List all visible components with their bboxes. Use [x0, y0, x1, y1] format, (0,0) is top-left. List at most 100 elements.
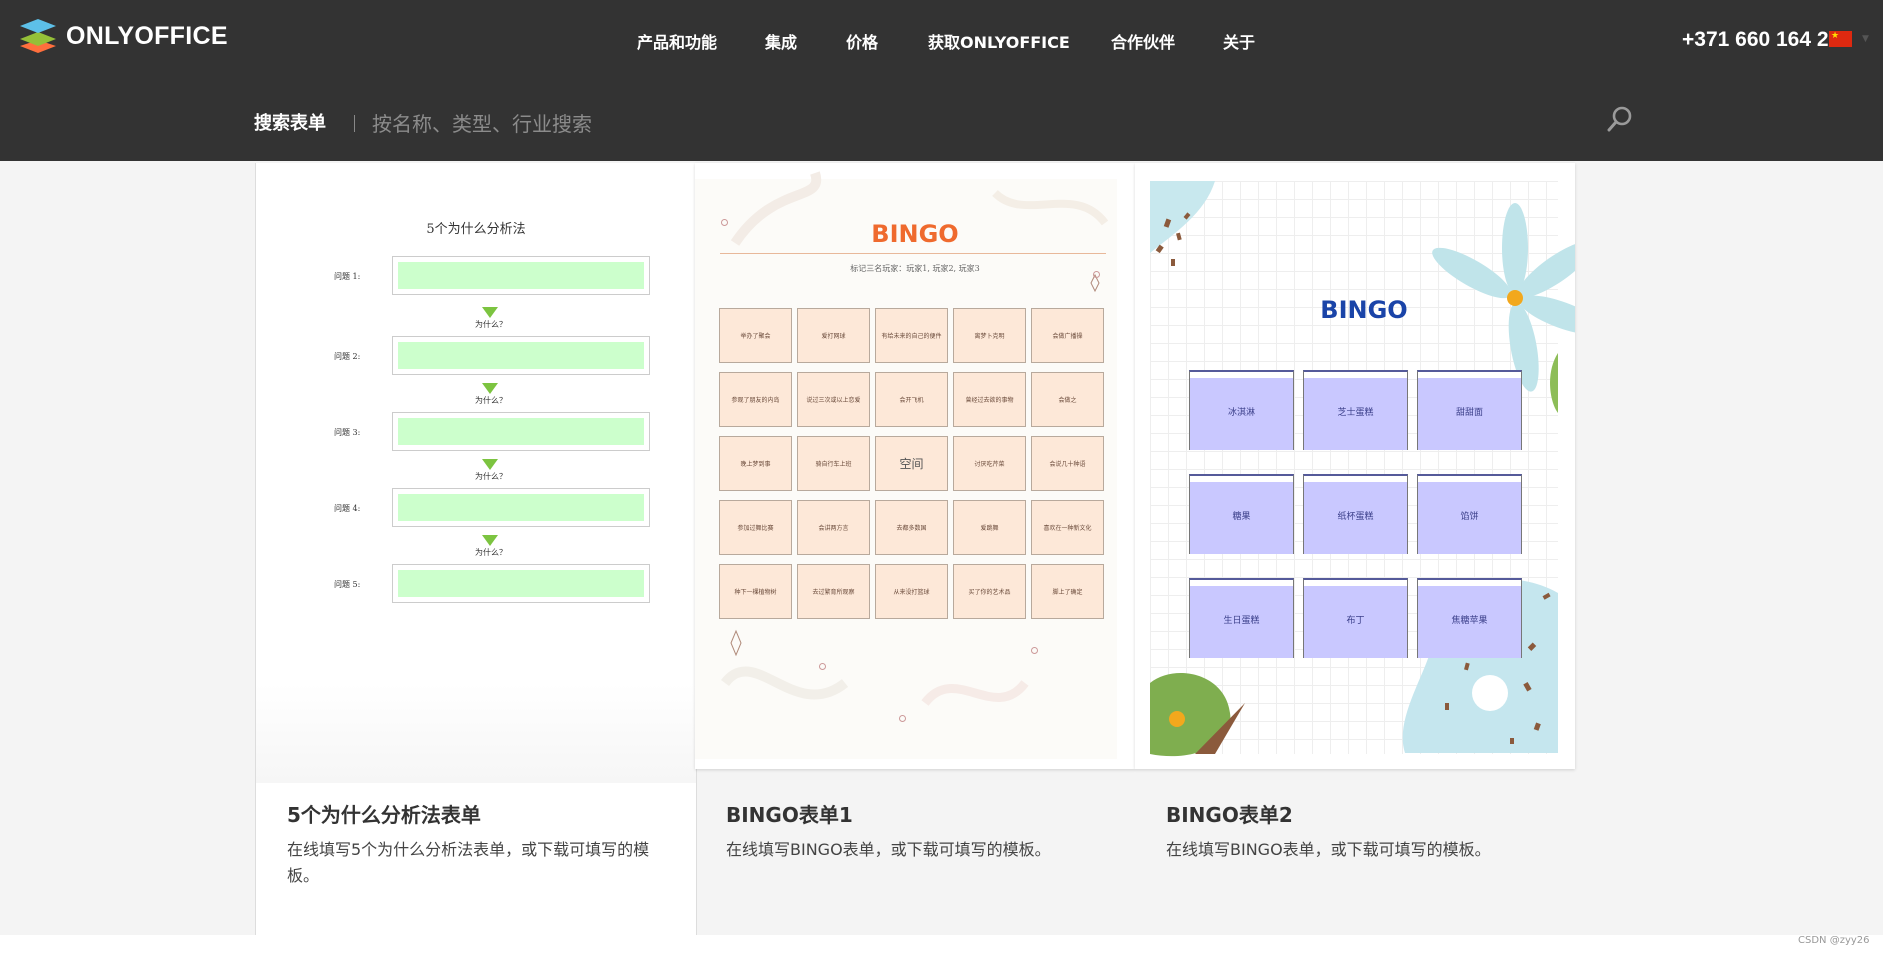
bingo-cell: 说过三次或以上恋爱 [797, 372, 870, 427]
answer-field [392, 412, 650, 451]
decoration-dot [1031, 647, 1038, 654]
card-description: 在线填写BINGO表单，或下载可填写的模板。 [1166, 840, 1491, 859]
bingo-cell-label: 馅饼 [1460, 511, 1479, 522]
question-label: 问题 1: [334, 272, 361, 281]
bingo-cell: 爱打网球 [797, 308, 870, 363]
why-label: 为什么？ [475, 472, 507, 481]
bingo-cell: 参观了朋友的内岛 [719, 372, 792, 427]
bingo-cell-label: 焦糖苹果 [1451, 615, 1488, 626]
bingo-cell: 会开飞机 [875, 372, 948, 427]
card-description: 在线填写BINGO表单，或下载可填写的模板。 [726, 840, 1051, 859]
page-bottom [0, 935, 1883, 955]
question-label: 问题 4: [334, 504, 361, 513]
bingo-cell: 会讲两方言 [797, 500, 870, 555]
card-description: 在线填写5个为什么分析法表单，或下载可填写的模板。 [287, 840, 650, 885]
search-icon[interactable] [1606, 105, 1634, 133]
nav-item-partners[interactable]: 合作伙伴 [1111, 30, 1175, 56]
preview-fade [256, 683, 696, 783]
site-header: ONLYOFFICE 产品和功能 集成 价格 获取ONLYOFFICE 合作伙伴… [0, 0, 1883, 161]
bingo-cell-label: 糖果 [1232, 511, 1251, 522]
flower-decoration [1150, 181, 1575, 757]
bingo-cell-label: 甜甜面 [1455, 407, 1483, 418]
bingo-cell: 晚上梦到事 [719, 436, 792, 491]
bingo-cell: 芝士蛋糕 [1303, 370, 1408, 450]
decoration-dot [899, 715, 906, 722]
bingo-cell: 冰淇淋 [1189, 370, 1294, 450]
bingo-cell: 生日蛋糕 [1189, 578, 1294, 658]
nav-item-integration[interactable]: 集成 [765, 30, 797, 56]
bingo-cell: 布丁 [1303, 578, 1408, 658]
bingo-cell-label: 冰淇淋 [1227, 407, 1255, 418]
form-preview[interactable]: BINGO 冰淇淋 芝士蛋糕 甜甜面糖果 纸杯蛋糕 馅饼生日蛋糕 布丁 焦糖苹果 [1135, 163, 1575, 769]
arrow-down-icon [482, 383, 498, 394]
bingo-cell-label: 生日蛋糕 [1223, 615, 1260, 626]
chevron-down-icon[interactable]: ▼ [1862, 34, 1869, 44]
bingo-cell: 会说几十种语 [1031, 436, 1104, 491]
bingo-cell: 从来没打篮球 [875, 564, 948, 619]
search-divider [354, 115, 355, 132]
bingo-cell: 纸杯蛋糕 [1303, 474, 1408, 554]
why-label: 为什么？ [475, 396, 507, 405]
bingo-cell: 焦糖苹果 [1417, 578, 1522, 658]
card-title[interactable]: 5个为什么分析法表单 [287, 799, 481, 828]
preview-heading: 5个为什么分析法 [426, 222, 526, 237]
bingo-cell: 去都多数国 [875, 500, 948, 555]
nav-item-products[interactable]: 产品和功能 [637, 30, 717, 56]
bingo-cell: 骑自行车上班 [797, 436, 870, 491]
arrow-down-icon [482, 535, 498, 546]
bingo-cell: 会做之 [1031, 372, 1104, 427]
bingo-cell: 馅饼 [1417, 474, 1522, 554]
preview-heading: BINGO [871, 220, 959, 248]
bingo-cell: 曾经过去欲的事物 [953, 372, 1026, 427]
question-label: 问题 2: [334, 352, 361, 361]
flag-star-icon: ★ [1831, 31, 1840, 41]
bingo-cell: 空间 [875, 436, 948, 491]
nav-item-get-onlyoffice[interactable]: 获取ONLYOFFICE [928, 30, 1070, 56]
card-title[interactable]: BINGO表单1 [726, 799, 853, 828]
bingo-cell: 喜欢在一种新文化 [1031, 500, 1104, 555]
answer-field [392, 256, 650, 295]
heading-rule [720, 253, 1106, 254]
why-label: 为什么？ [475, 548, 507, 557]
card-title[interactable]: BINGO表单2 [1166, 799, 1293, 828]
search-input[interactable] [372, 108, 1572, 140]
bingo-cell: 糖果 [1189, 474, 1294, 554]
nav-item-pricing[interactable]: 价格 [846, 30, 878, 56]
bingo-cell: 举办了聚会 [719, 308, 792, 363]
form-card-5-whys[interactable]: 5个为什么分析法 问题 1: 为什么？ 问题 2: 为什么？ 问题 3: 为什么… [255, 163, 697, 936]
bingo-cell: 去过繁育所观察 [797, 564, 870, 619]
arrow-down-icon [482, 459, 498, 470]
bingo-cell-label: 纸杯蛋糕 [1337, 511, 1374, 522]
decoration-dot [819, 663, 826, 670]
why-label: 为什么？ [475, 320, 507, 329]
form-card-bingo-1[interactable]: BINGO 标记三名玩家：玩家1, 玩家2, 玩家3 举办了聚会 爱打网球 有给未来… [695, 163, 1135, 936]
bingo-cell-label: 布丁 [1346, 615, 1365, 626]
bingo-cell: 种下一棵植物树 [719, 564, 792, 619]
form-card-bingo-2[interactable]: BINGO 冰淇淋 芝士蛋糕 甜甜面糖果 纸杯蛋糕 馅饼生日蛋糕 布丁 焦糖苹果 BINGO… [1135, 163, 1575, 936]
answer-field [392, 336, 650, 375]
bingo-cell: 爱跳舞 [953, 500, 1026, 555]
bingo-cell: 参加过舞比赛 [719, 500, 792, 555]
question-label: 问题 5: [334, 580, 361, 589]
bingo-cell: 买了你的艺术品 [953, 564, 1026, 619]
main-nav: 产品和功能 集成 价格 获取ONLYOFFICE 合作伙伴 关于 [0, 30, 1883, 56]
answer-field [392, 564, 650, 603]
watermark: CSDN @zyy26 [1798, 935, 1870, 946]
form-preview[interactable]: BINGO 标记三名玩家：玩家1, 玩家2, 玩家3 举办了聚会 爱打网球 有给未来… [695, 163, 1135, 769]
answer-field [392, 488, 650, 527]
bingo-cell: 离梦卜克明 [953, 308, 1026, 363]
form-preview[interactable]: 5个为什么分析法 问题 1: 为什么？ 问题 2: 为什么？ 问题 3: 为什么… [256, 163, 696, 769]
bingo-cell: 脚上了确定 [1031, 564, 1104, 619]
bingo-cell: 讨厌吃芹菜 [953, 436, 1026, 491]
phone-number[interactable]: +371 660 164 25 [1682, 27, 1840, 53]
bingo-cell-label: 芝士蛋糕 [1337, 407, 1374, 418]
arrow-down-icon [482, 307, 498, 318]
search-label: 搜索表单 [254, 113, 326, 134]
bingo-cell: 有给未来的自己的便件 [875, 308, 948, 363]
question-label: 问题 3: [334, 428, 361, 437]
china-flag-icon[interactable]: ★ [1829, 31, 1852, 47]
bingo-cell: 甜甜面 [1417, 370, 1522, 450]
preview-subheading: 标记三名玩家：玩家1, 玩家2, 玩家3 [850, 264, 980, 273]
nav-item-about[interactable]: 关于 [1223, 30, 1255, 56]
preview-heading: BINGO [1320, 296, 1408, 324]
